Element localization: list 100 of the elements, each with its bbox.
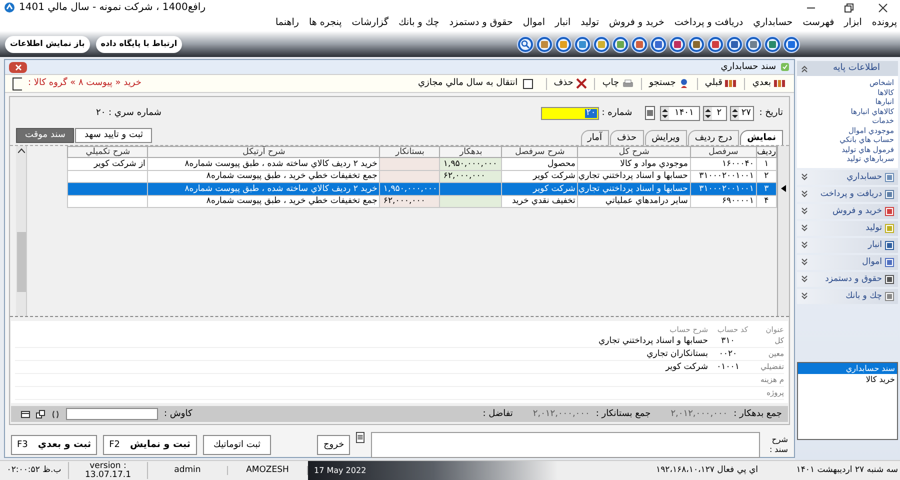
scrollbar[interactable] <box>16 146 27 316</box>
printer-icon <box>622 78 634 88</box>
action-button[interactable]: سند موقت <box>16 128 74 142</box>
sidebar-header[interactable]: حقوق و دستمزد <box>797 272 898 286</box>
notepad-icon[interactable] <box>356 431 365 444</box>
sidebar-header[interactable]: حسابداري <box>797 170 898 184</box>
table-cell: موجودي مواد و كالا <box>620 158 688 168</box>
menu-item[interactable]: حسابداري <box>753 18 793 28</box>
toolbar-icon[interactable] <box>783 36 800 52</box>
spin-field[interactable]: ۲۷ <box>730 106 754 120</box>
account-description: شركت كوير <box>666 362 708 372</box>
menu-item[interactable]: حقوق و دستمزد <box>449 18 513 28</box>
toolbar-icon[interactable] <box>688 36 705 52</box>
search-field[interactable] <box>66 408 158 420</box>
table-cell: خريد ۲ رديف كالاي ساخته شده ، طبق پيوست شماره۸ <box>184 158 378 168</box>
menu-item[interactable]: انبار <box>555 18 571 28</box>
window-list-item[interactable]: سند حسابداري <box>798 363 897 374</box>
spin-field[interactable]: ۲ <box>703 106 728 120</box>
sidebar-header[interactable]: دريافت و پرداخت <box>797 186 898 202</box>
toolbar-icon[interactable] <box>612 36 629 52</box>
column-header[interactable]: رديف <box>756 146 776 158</box>
tab[interactable]: درج رديف <box>688 130 740 145</box>
description-field[interactable] <box>370 432 760 458</box>
window-list-item[interactable]: خريد كالا <box>798 374 897 385</box>
parentheses-icon[interactable] <box>51 410 60 418</box>
series-number-text: شماره سري : ۲۰ <box>96 108 162 118</box>
table-cell: ۱ <box>764 158 769 168</box>
toolbar-button[interactable]: بعدي <box>750 76 788 91</box>
tab[interactable]: ويرايش <box>644 130 687 145</box>
column-header[interactable]: شرح كل <box>578 146 690 158</box>
search-icon[interactable] <box>517 36 534 52</box>
column-header[interactable]: سرفصل <box>690 146 756 158</box>
sidebar-header[interactable]: چك و بانك <box>797 288 898 304</box>
menu-item[interactable]: ابزار <box>844 18 862 28</box>
menu-item[interactable]: چك و بانك <box>398 18 440 28</box>
menu-item[interactable]: دريافت و پرداخت <box>674 18 744 28</box>
column-header[interactable]: شرح تكميلي <box>68 146 148 158</box>
table-row[interactable]: ۲ ۳۱۰۰۰۲۰۰۱۰۰۱ حسابها و اسناد پرداختني تجاري شركت كوير ۶۲,۰۰۰,۰۰۰ جمع تخفيفات خطي خريد ، طبق پيوست شماره۸ <box>68 170 776 182</box>
table-cell: حسابها و اسناد پرداختني تجاري <box>578 171 688 181</box>
toolbar-icon[interactable] <box>726 36 743 52</box>
tab[interactable]: نمايش <box>740 130 783 145</box>
toolbar-icon[interactable] <box>574 36 591 52</box>
action-button[interactable]: خروج <box>317 435 350 455</box>
column-header[interactable]: بدهكار <box>440 146 502 158</box>
spinner-icon[interactable] <box>731 106 740 120</box>
menu-item[interactable]: فهرست <box>802 18 834 28</box>
table-row[interactable]: ۴ ۶۹۰۰۰۰۱ ساير درآمدهاي عملياتي تخفيف نقدي خريد ۶۲,۰۰۰,۰۰۰ جمع تخفيفات خطي خريد ، طبق پيوست شماره۸ <box>68 195 776 208</box>
spinner-icon[interactable] <box>704 106 712 120</box>
number-field[interactable]: ۲۰ <box>540 106 599 120</box>
toolbar-icon[interactable] <box>631 36 648 52</box>
toolbar-icon[interactable] <box>764 36 781 52</box>
toolbar-icon[interactable] <box>669 36 686 52</box>
toolbar-button[interactable]: قبلي <box>702 76 740 91</box>
arrow-up-icon[interactable] <box>18 148 24 153</box>
action-button[interactable]: ثبت و تاييد سهد <box>75 128 152 142</box>
spinner-icon[interactable] <box>661 106 670 120</box>
toolbar-icon[interactable] <box>650 36 667 52</box>
action-button[interactable]: ثبت اتوماتيك <box>202 435 272 455</box>
windows-icon[interactable] <box>36 410 45 418</box>
toolbar-icon[interactable] <box>707 36 724 52</box>
toolbar-icon[interactable] <box>536 36 553 52</box>
column-header[interactable]: شرح سرفصل <box>502 146 578 158</box>
menu-item[interactable]: گزارشات <box>352 18 389 28</box>
restore-icon[interactable] <box>844 2 854 12</box>
table-icon[interactable] <box>21 410 30 418</box>
column-header[interactable]: شرح آرتيكل <box>148 146 380 158</box>
sidebar-header[interactable]: توليد <box>797 220 898 236</box>
checkbox[interactable] <box>522 78 533 88</box>
menu-item[interactable]: پرونده <box>872 18 897 28</box>
toolbar-icon[interactable] <box>593 36 610 52</box>
toolbar-button[interactable]: حذف <box>552 76 590 91</box>
checkbox-label[interactable]: انتقال به سال مالي مجازي <box>418 79 518 88</box>
sidebar-header[interactable]: اموال <box>797 254 898 270</box>
sidebar-header[interactable]: اطلاعات پايه <box>797 61 898 76</box>
table-cell: ۳ <box>764 184 769 194</box>
close-button[interactable] <box>9 62 27 72</box>
sidebar-header[interactable]: انبار <box>797 238 898 252</box>
ip-text: اي پي فعال ۱۹۲،۱۶۸،۱۰،۱۲۷ <box>656 465 758 476</box>
tab[interactable]: حذف <box>610 130 644 145</box>
menu-item[interactable]: اموال <box>522 18 546 28</box>
sidebar-header[interactable]: خريد و فروش <box>797 204 898 218</box>
tab[interactable]: آمار <box>580 130 609 145</box>
toolbar-button[interactable]: جستجو <box>647 76 692 91</box>
spin-field[interactable]: ۱۴۰۱ <box>660 106 700 120</box>
document-title: سند حسابداري <box>720 62 776 72</box>
toolbar-button[interactable]: چاپ <box>600 76 636 91</box>
toolbar-icon[interactable] <box>745 36 762 52</box>
menu-item[interactable]: راهنما <box>275 18 299 28</box>
calendar-icon[interactable] <box>645 106 656 120</box>
table-row[interactable]: ۳ ۳۱۰۰۰۲۰۰۱۰۰۱ حسابها و اسناد پرداختني تجاري شركت كوير ۱,۹۵۰,۰۰۰,۰۰۰ خريد ۲ رديف كالاي ساخته شده ، طبق پيوست شماره۸ <box>68 182 776 195</box>
menu-item[interactable]: خريد و فروش <box>608 18 664 28</box>
menu-item[interactable]: پنجره ها <box>308 18 342 28</box>
close-icon[interactable] <box>878 2 888 12</box>
column-header[interactable]: بستانكار <box>380 146 440 158</box>
toolbar-icon[interactable] <box>555 36 572 52</box>
toolbar-button[interactable]: باز نمايش اطلاعات <box>5 36 90 52</box>
menu-item[interactable]: توليد <box>580 18 599 28</box>
toolbar-button[interactable]: ارتباط با پايگاه داده <box>96 36 182 52</box>
account-description: حسابها و اسناد پرداختني تجاري <box>598 336 708 346</box>
table-row[interactable]: ۱ ۱۶۰۰۰۴۰ موجودي مواد و كالا محصول ۱,۹۵۰,۰۰۰,۰۰۰ خريد ۲ رديف كالاي ساخته شده ، طبق پيوست شماره۸ از شركت كوير <box>68 158 776 170</box>
